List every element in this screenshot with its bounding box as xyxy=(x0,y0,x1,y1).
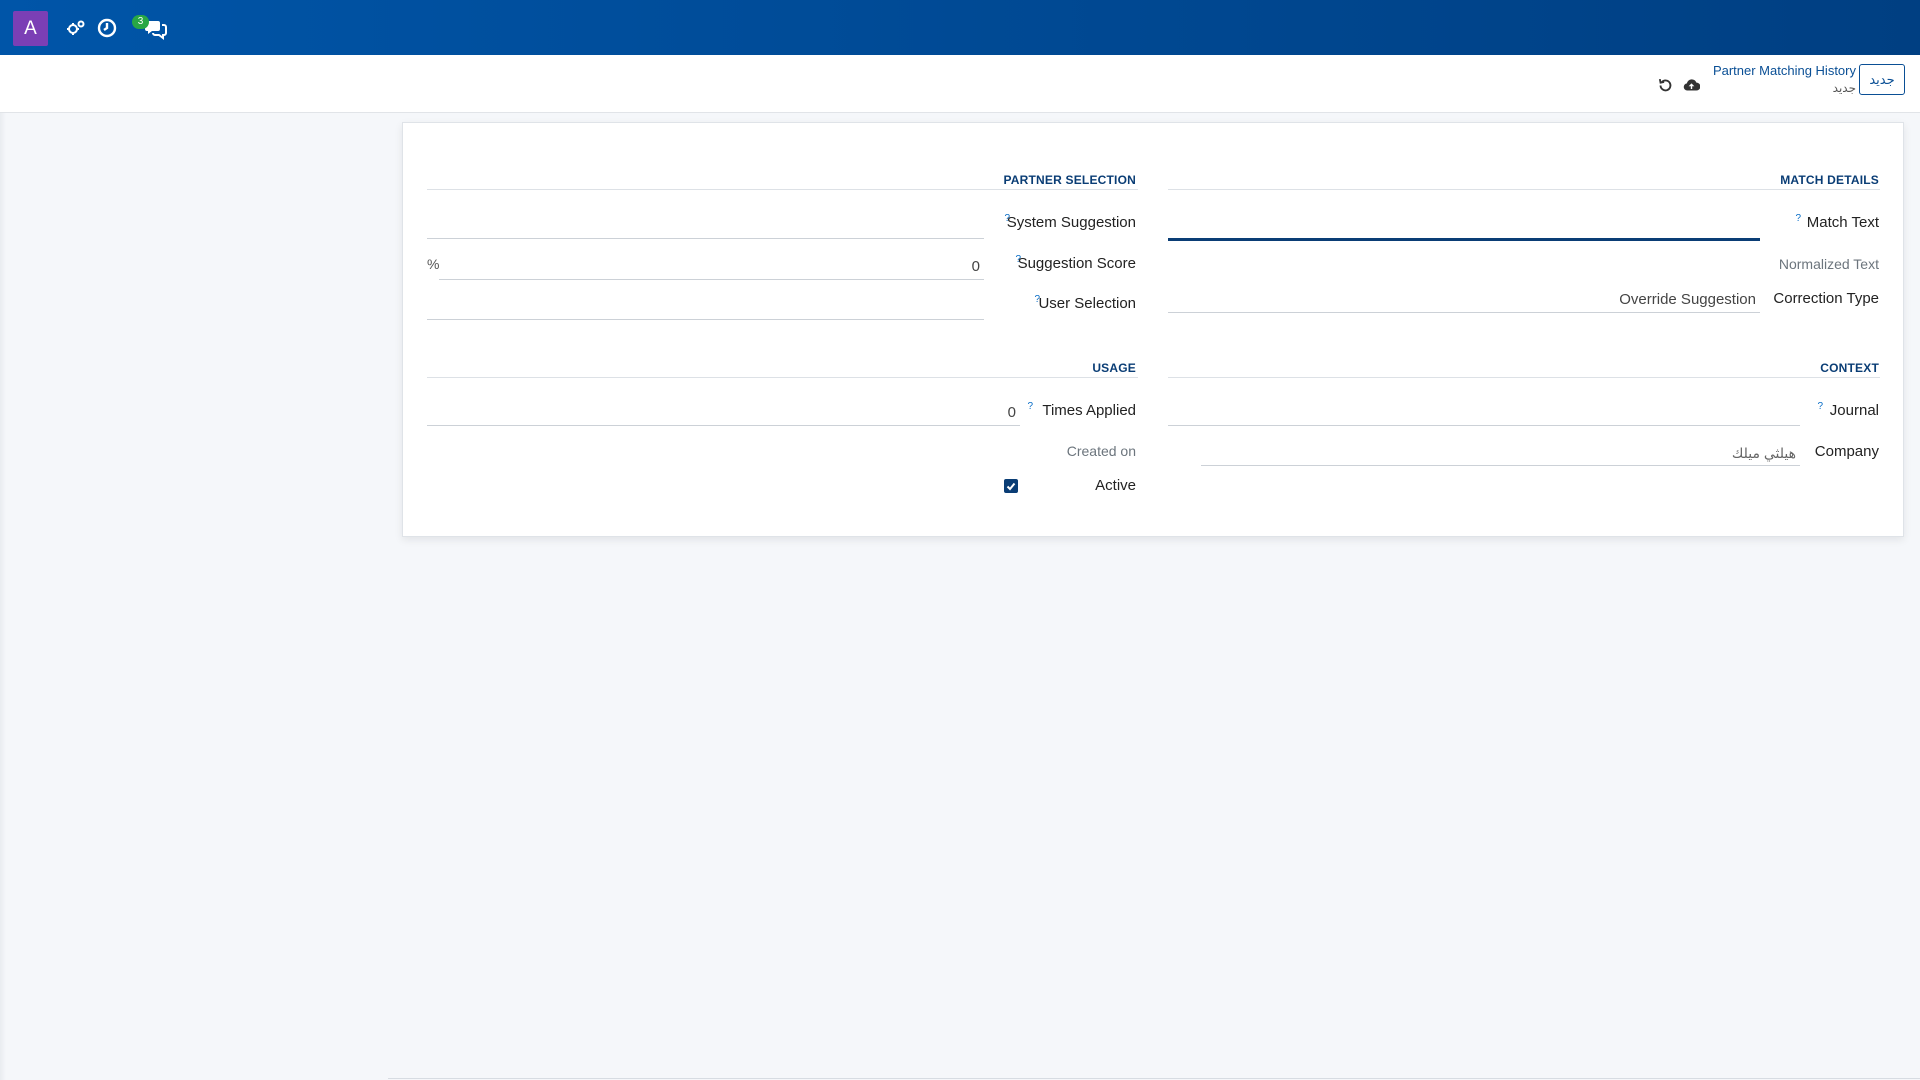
chat-count-badge: 3 xyxy=(132,15,149,29)
suggestion-score-label: Suggestion Score xyxy=(1017,255,1136,272)
journal-input[interactable] xyxy=(1168,400,1800,426)
created-on-label: Created on xyxy=(1066,443,1136,459)
help-icon[interactable]: ? xyxy=(1027,401,1033,412)
suggestion-score-input[interactable]: 0 xyxy=(439,254,984,280)
system-suggestion-label: System Suggestion xyxy=(1006,214,1136,231)
match-text-input[interactable] xyxy=(1168,215,1760,241)
section-divider xyxy=(1168,377,1880,378)
clock-icon[interactable] xyxy=(95,16,119,40)
upload-icon[interactable] xyxy=(1683,77,1700,94)
correction-type-label: Correction Type xyxy=(1773,290,1879,307)
normalized-text-label: Normalized Text xyxy=(1778,256,1879,272)
control-panel: Partner Matching History جديد جديد xyxy=(0,55,1920,113)
times-applied-input[interactable]: 0 xyxy=(427,400,1020,426)
percent-unit: % xyxy=(427,256,440,272)
times-applied-label: Times Applied xyxy=(1042,402,1136,419)
system-suggestion-input[interactable] xyxy=(427,213,984,239)
company-label: Company xyxy=(1814,443,1879,460)
undo-icon[interactable] xyxy=(1657,77,1674,94)
user-selection-input[interactable] xyxy=(427,294,984,320)
section-title-usage: USAGE xyxy=(1092,361,1136,375)
section-title-context: CONTEXT xyxy=(1820,361,1879,375)
top-navbar: A 3 xyxy=(0,0,1920,55)
help-icon[interactable]: ? xyxy=(1817,401,1823,412)
user-selection-label: User Selection xyxy=(1038,295,1136,312)
help-icon[interactable]: ? xyxy=(1795,213,1801,224)
active-checkbox[interactable] xyxy=(1004,479,1018,493)
section-title-partner-selection: PARTNER SELECTION xyxy=(1003,173,1136,187)
correction-type-select[interactable]: Override Suggestion xyxy=(1168,287,1760,313)
form-sheet: MATCH DETAILS ? Match Text Normalized Te… xyxy=(402,122,1904,537)
active-label: Active xyxy=(1095,477,1136,494)
breadcrumb-current: جديد xyxy=(1832,81,1856,95)
user-avatar[interactable]: A xyxy=(13,11,48,46)
company-select[interactable]: هيلثي ميلك xyxy=(1201,440,1800,466)
new-button[interactable]: جديد xyxy=(1859,64,1905,95)
bottom-divider xyxy=(388,1078,1920,1079)
journal-label: Journal xyxy=(1829,402,1879,419)
manage-icon[interactable] xyxy=(64,16,88,40)
section-divider xyxy=(427,377,1138,378)
section-divider xyxy=(427,189,1138,190)
breadcrumb-parent[interactable]: Partner Matching History xyxy=(1713,63,1856,78)
left-edge xyxy=(0,113,6,1080)
section-divider xyxy=(1168,189,1880,190)
match-text-label: Match Text xyxy=(1806,214,1879,231)
section-title-match-details: MATCH DETAILS xyxy=(1780,173,1879,187)
